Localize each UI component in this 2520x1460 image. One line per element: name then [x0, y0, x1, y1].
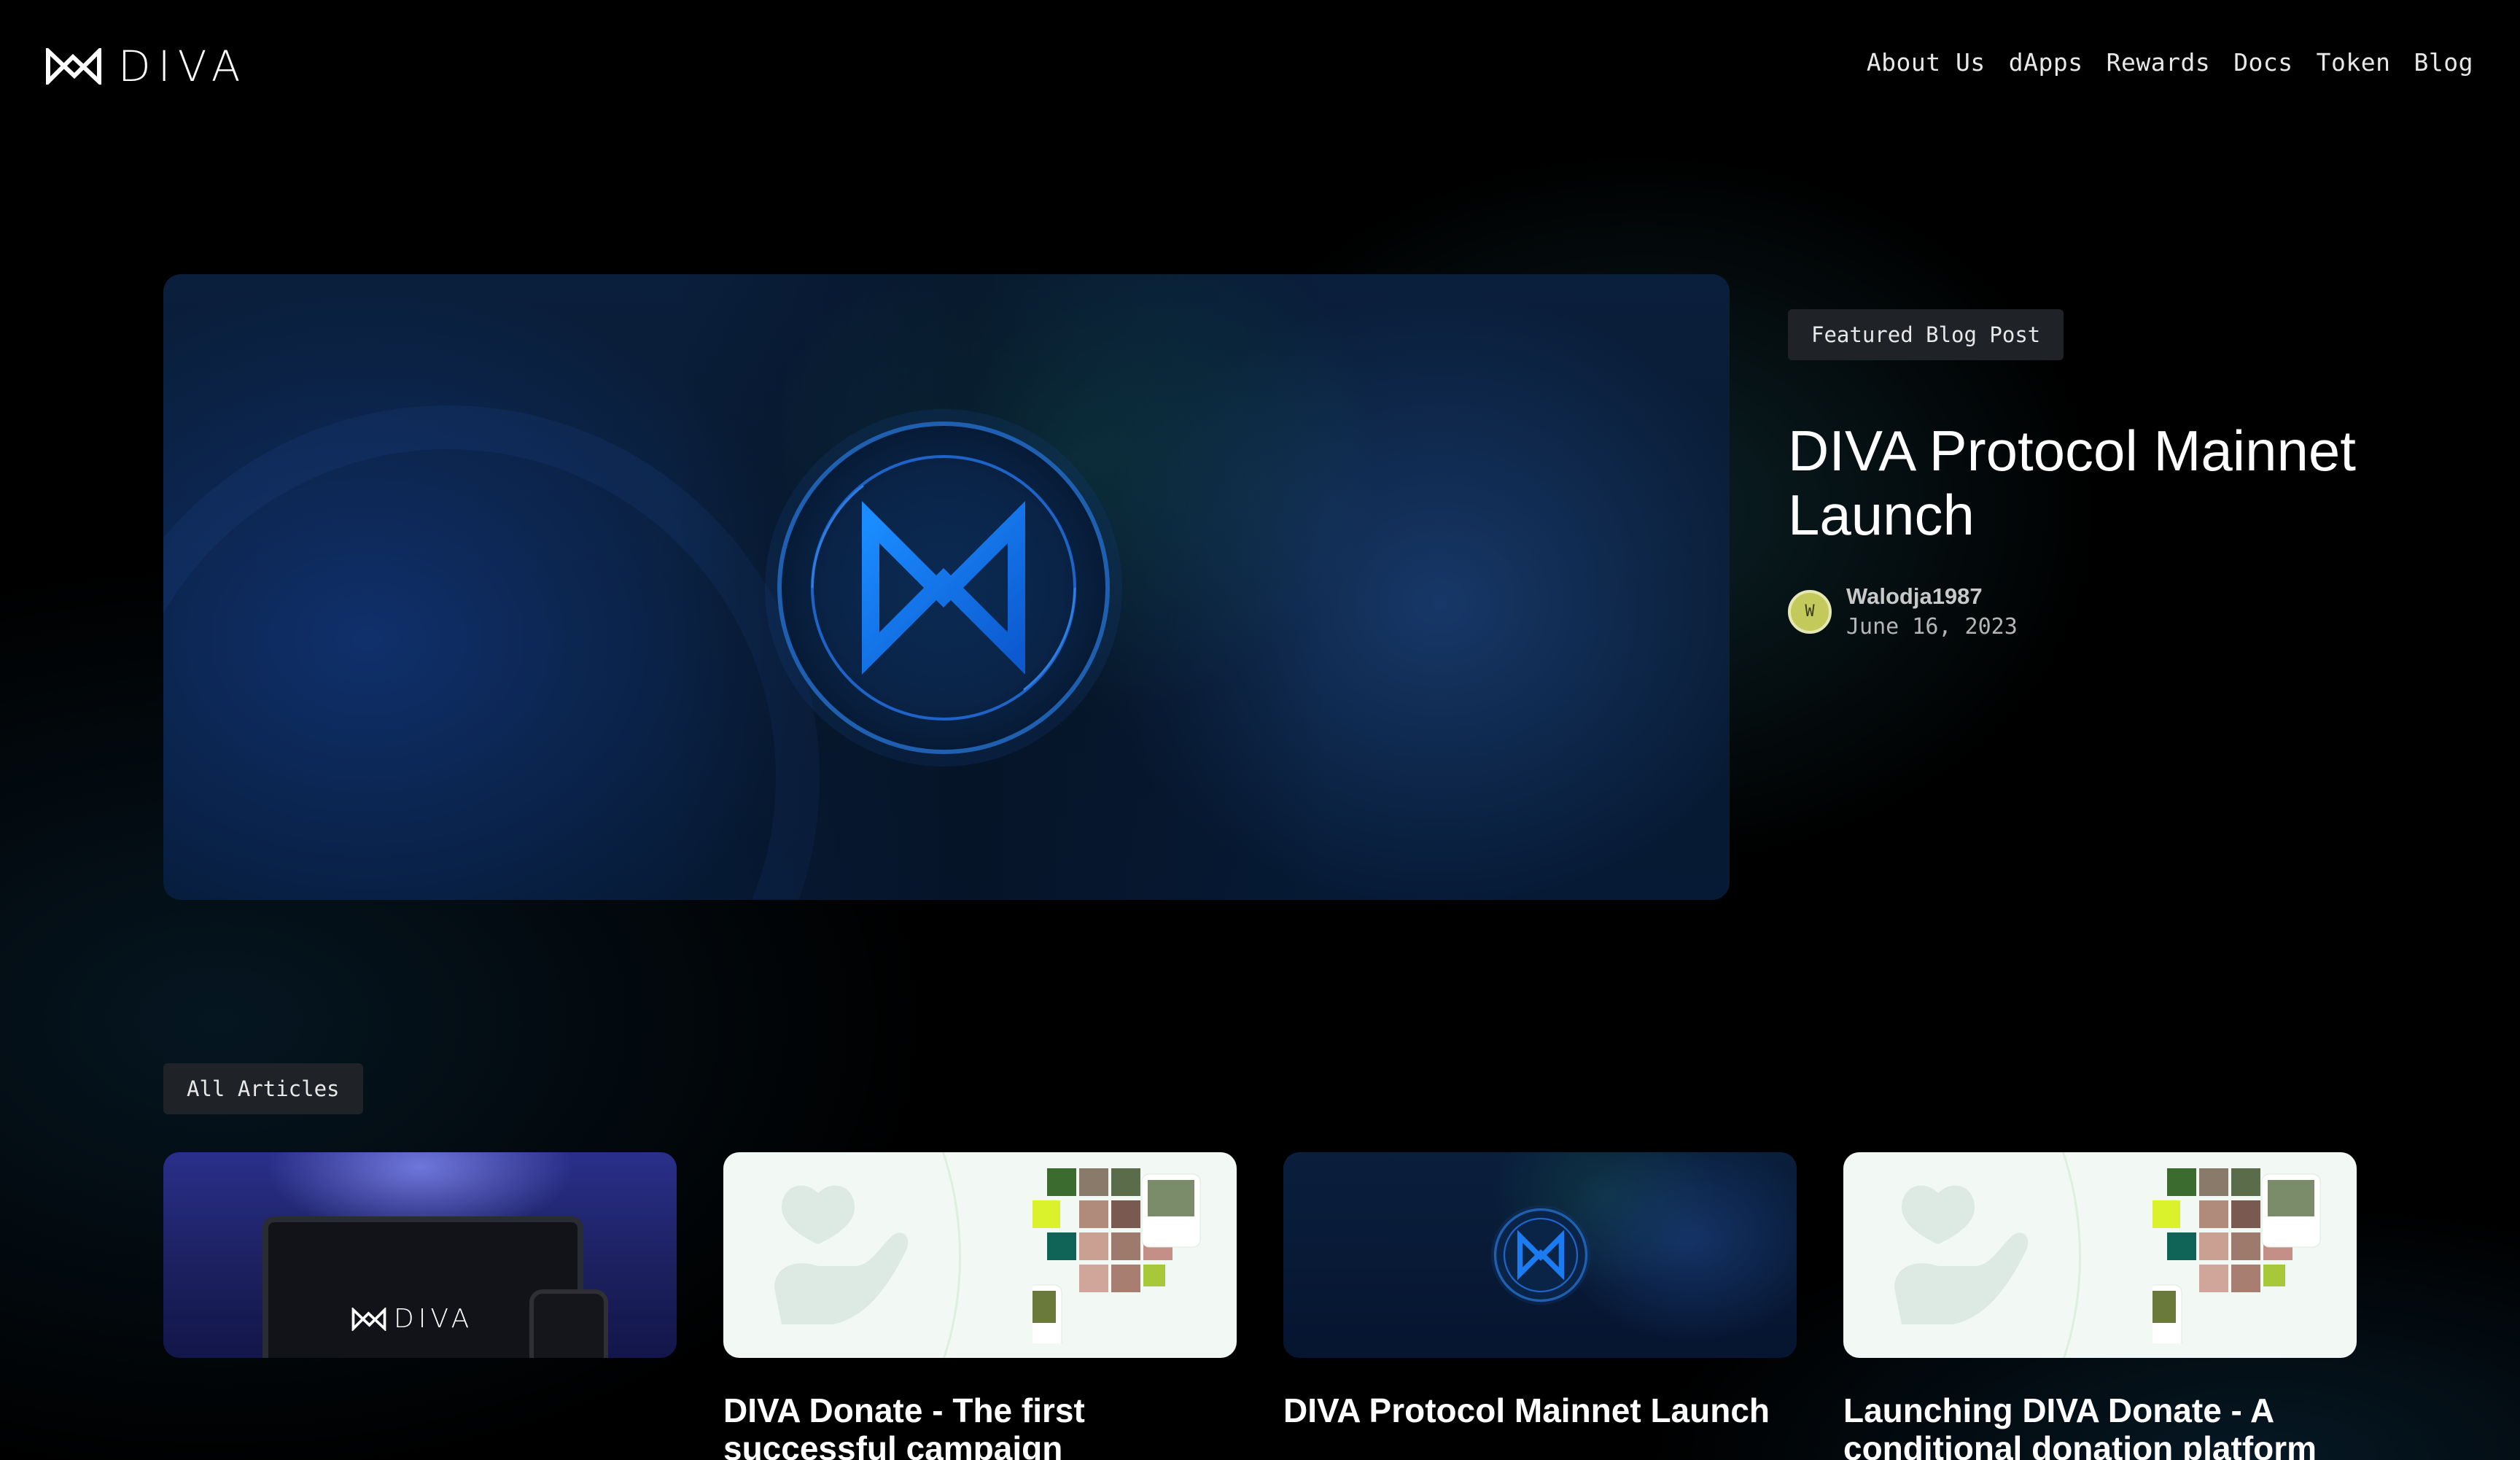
nav-dapps[interactable]: dApps: [2009, 48, 2083, 77]
heart-hand-icon: [1894, 1185, 2029, 1324]
heart-hand-icon: [774, 1185, 909, 1324]
featured-author: W Walodja1987 June 16, 2023: [1788, 583, 2018, 640]
article-thumbnail-donate[interactable]: [1843, 1152, 2357, 1358]
article-title[interactable]: DIVA Protocol Mainnet Launch: [1283, 1391, 1797, 1429]
site-header: DIVA About Us dApps Rewards Docs Token B…: [0, 0, 2520, 139]
post-date: June 16, 2023: [1846, 614, 2018, 640]
article-thumbnail-mainnet[interactable]: [1283, 1152, 1797, 1358]
diva-emblem-icon: [1490, 1205, 1591, 1305]
article-thumbnail-laptop[interactable]: DIVA: [163, 1152, 677, 1358]
campaign-mosaic: [2152, 1168, 2321, 1343]
laptop-logo: DIVA: [351, 1304, 473, 1334]
diva-emblem-icon: [765, 409, 1122, 766]
all-articles-tag: All Articles: [163, 1063, 363, 1114]
logo-text: DIVA: [118, 42, 248, 91]
campaign-mosaic: [1032, 1168, 1201, 1343]
diva-mark-icon: [351, 1307, 386, 1331]
article-title[interactable]: DIVA Donate - The first successful campa…: [723, 1391, 1237, 1460]
article-thumbnail-donate[interactable]: [723, 1152, 1237, 1358]
author-name: Walodja1987: [1846, 583, 1983, 609]
nav-token[interactable]: Token: [2317, 48, 2391, 77]
article-card[interactable]: DIVA Donate - The first successful campa…: [723, 1152, 1237, 1460]
diva-logo[interactable]: DIVA: [45, 42, 248, 91]
nav-docs[interactable]: Docs: [2233, 48, 2292, 77]
featured-post-image[interactable]: [163, 274, 1730, 900]
page: DIVA About Us dApps Rewards Docs Token B…: [0, 0, 2520, 1460]
diva-mark-icon: [46, 48, 101, 85]
featured-post-title[interactable]: DIVA Protocol Mainnet Launch: [1788, 419, 2371, 547]
main-nav: About Us dApps Rewards Docs Token Blog: [1867, 48, 2473, 77]
article-card[interactable]: Launching DIVA Donate - A conditional do…: [1843, 1152, 2357, 1460]
laptop-logo-text: DIVA: [394, 1304, 474, 1334]
nav-blog[interactable]: Blog: [2414, 48, 2473, 77]
featured-tag: Featured Blog Post: [1788, 309, 2064, 360]
avatar: W: [1788, 589, 1832, 634]
nav-rewards[interactable]: Rewards: [2107, 48, 2211, 77]
article-title[interactable]: Launching DIVA Donate - A conditional do…: [1843, 1391, 2357, 1460]
nav-about-us[interactable]: About Us: [1867, 48, 1986, 77]
article-card[interactable]: DIVA: [163, 1152, 677, 1391]
phone-image: [529, 1289, 608, 1358]
article-card[interactable]: DIVA Protocol Mainnet Launch: [1283, 1152, 1797, 1429]
